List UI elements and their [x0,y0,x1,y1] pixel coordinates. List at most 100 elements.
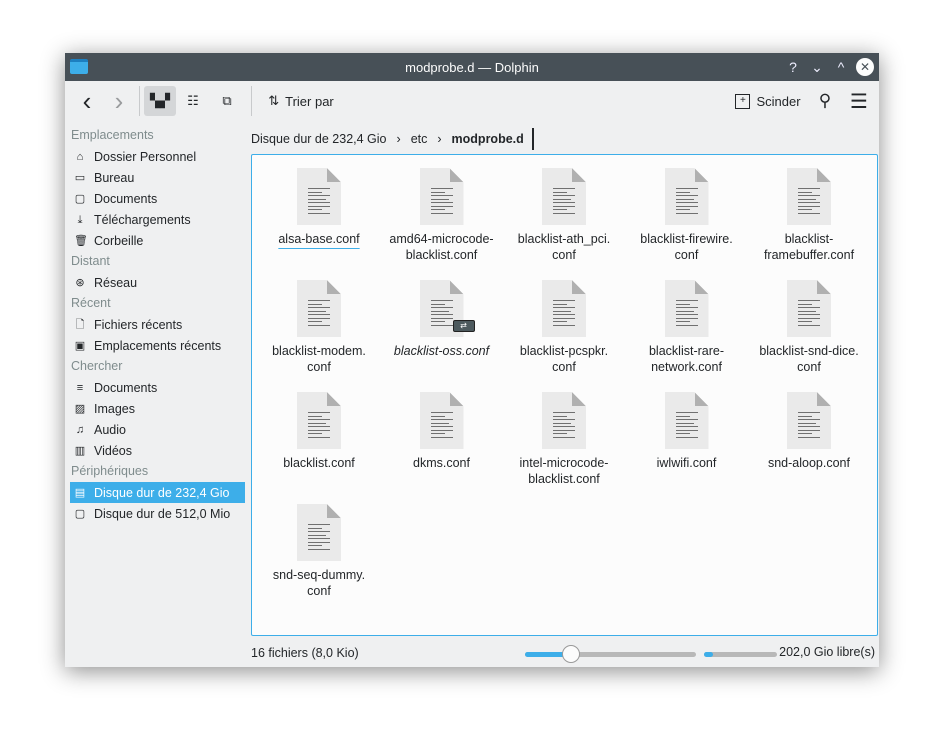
details-view-button[interactable]: ⧉ [213,86,241,116]
sidebar-item[interactable]: ⤓ Téléchargements [65,209,245,230]
text-file-icon [542,280,586,337]
file-item[interactable]: snd-aloop.conf [750,392,868,471]
file-name: blacklist-oss.conf [393,344,490,358]
help-button[interactable]: ? [784,58,802,76]
back-button[interactable]: ‹ [73,86,101,116]
file-item[interactable]: blacklist-ath_pci. conf [505,168,623,263]
file-item[interactable]: amd64-microcode- blacklist.conf [383,168,501,263]
sidebar-item-label: Réseau [94,275,138,290]
split-label: Scinder [756,93,801,109]
sort-button[interactable]: ⇅ Trier par [261,86,341,116]
icons-view-button[interactable]: ▚▞ [144,86,176,116]
file-name: blacklist.conf [283,456,355,470]
sidebar-item[interactable]: ▢ Documents [65,188,245,209]
breadcrumb-current[interactable]: modprobe.d [452,132,524,146]
file-item[interactable]: ⇄ blacklist-oss.conf [383,280,501,359]
section-heading: Distant [71,254,110,268]
free-space-label: 202,0 Gio libre(s) [779,645,875,659]
maximize-button[interactable]: ^ [832,58,850,76]
tree-icon: ⧉ [222,93,232,108]
sidebar-item[interactable]: 🗑 Corbeille [65,230,245,251]
breadcrumb: Disque dur de 232,4 Gio › etc › modprobe.d [251,128,534,150]
section-heading: Récent [71,296,111,310]
sidebar-item-label: Disque dur de 512,0 Mio [94,506,231,521]
file-name: blacklist-modem. conf [272,344,366,374]
sidebar-item[interactable]: ⌂ Dossier Personnel [65,146,245,167]
file-item[interactable]: blacklist-pcspkr. conf [505,280,623,375]
sidebar-item[interactable]: 🗋 Fichiers récents [65,314,245,335]
sidebar-item-label: Dossier Personnel [94,149,197,164]
text-file-icon [542,392,586,449]
search-button[interactable]: ⚲ [813,86,837,116]
sidebar-item[interactable]: ⊛ Réseau [65,272,245,293]
window-title: modprobe.d — Dolphin [405,60,539,75]
video-icon: ▥ [74,444,86,457]
file-view[interactable]: alsa-base.conf amd64-microcode- blacklist… [251,154,878,636]
status-bar: 16 fichiers (8,0 Kio) 202,0 Gio libre(s) [251,643,877,663]
file-item[interactable]: blacklist-rare- network.conf [628,280,746,375]
download-icon: ⤓ [77,213,83,226]
sidebar-item[interactable]: ▤ Disque dur de 232,4 Gio [70,482,245,503]
text-file-icon [297,392,341,449]
documents-icon: ▢ [74,192,86,205]
dolphin-window: modprobe.d — Dolphin ? ⌄ ^ ✕ ‹ › ▚▞ ☷ ⧉ … [65,53,879,667]
sidebar-item[interactable]: ▨ Images [65,398,245,419]
text-file-icon [664,392,709,449]
sidebar-item-label: Emplacements récents [94,338,222,353]
toolbar: ‹ › ▚▞ ☷ ⧉ ⇅ Trier par + Scinder ⚲ ☰ [65,81,879,121]
file-name: dkms.conf [413,456,470,470]
grid-icon: ▚▞ [150,93,170,108]
text-file-icon [419,168,464,225]
file-item[interactable]: intel-microcode- blacklist.conf [505,392,623,487]
free-space-bar [704,652,777,657]
sidebar-item[interactable]: ▢ Disque dur de 512,0 Mio [65,503,245,524]
file-item[interactable]: dkms.conf [383,392,501,471]
text-file-icon [787,280,831,337]
sort-icon: ⇅ [268,93,280,108]
sidebar-item[interactable]: ≡ Documents [65,377,245,398]
harddisk-icon: ▤ [74,486,86,499]
desktop-icon: ▭ [74,171,86,184]
file-item[interactable]: blacklist-modem. conf [260,280,378,375]
zoom-slider-handle[interactable] [562,645,581,663]
sidebar-item[interactable]: ♫ Audio [65,419,245,440]
file-item[interactable]: blacklist- framebuffer.conf [750,168,868,263]
recent-locations-icon: ▣ [74,339,86,352]
search-icon: ⚲ [818,91,832,110]
sidebar-item-label: Disque dur de 232,4 Gio [94,485,230,500]
file-name: alsa-base.conf [278,232,360,246]
file-item[interactable]: blacklist.conf [260,392,378,471]
split-view-icon: + [735,93,751,109]
file-item[interactable]: blacklist-snd-dice. conf [750,280,868,375]
text-file-icon [664,280,709,337]
zoom-slider[interactable] [525,645,696,663]
status-summary: 16 fichiers (8,0 Kio) [251,646,359,660]
minimize-button[interactable]: ⌄ [808,58,826,76]
menu-button[interactable]: ☰ [847,86,871,116]
breadcrumb-disk[interactable]: Disque dur de 232,4 Gio [251,132,387,146]
compact-list-icon: ☷ [187,93,199,108]
file-item[interactable]: alsa-base.conf [260,168,378,247]
file-item[interactable]: snd-seq-dummy. conf [260,504,378,599]
compact-view-button[interactable]: ☷ [179,86,207,116]
text-file-icon [297,504,341,561]
close-button[interactable]: ✕ [856,58,874,76]
sidebar-item-label: Documents [94,191,158,206]
file-name: blacklist-pcspkr. conf [519,344,609,374]
file-item[interactable]: blacklist-firewire. conf [628,168,746,263]
split-button[interactable]: + Scinder [733,86,803,116]
file-name: blacklist-firewire. conf [640,232,733,262]
music-icon: ♫ [75,423,85,436]
sidebar-item[interactable]: ▥ Vidéos [65,440,245,461]
file-name: blacklist-rare- network.conf [648,344,724,374]
sidebar-item-label: Fichiers récents [94,317,183,332]
home-icon: ⌂ [76,150,84,163]
sidebar-item[interactable]: ▭ Bureau [65,167,245,188]
file-item[interactable]: iwlwifi.conf [628,392,746,471]
text-icon: ≡ [76,381,84,394]
forward-button[interactable]: › [105,86,133,116]
breadcrumb-etc[interactable]: etc [411,132,428,146]
text-file-icon [664,168,709,225]
text-file-icon [297,280,341,337]
sidebar-item[interactable]: ▣ Emplacements récents [65,335,245,356]
